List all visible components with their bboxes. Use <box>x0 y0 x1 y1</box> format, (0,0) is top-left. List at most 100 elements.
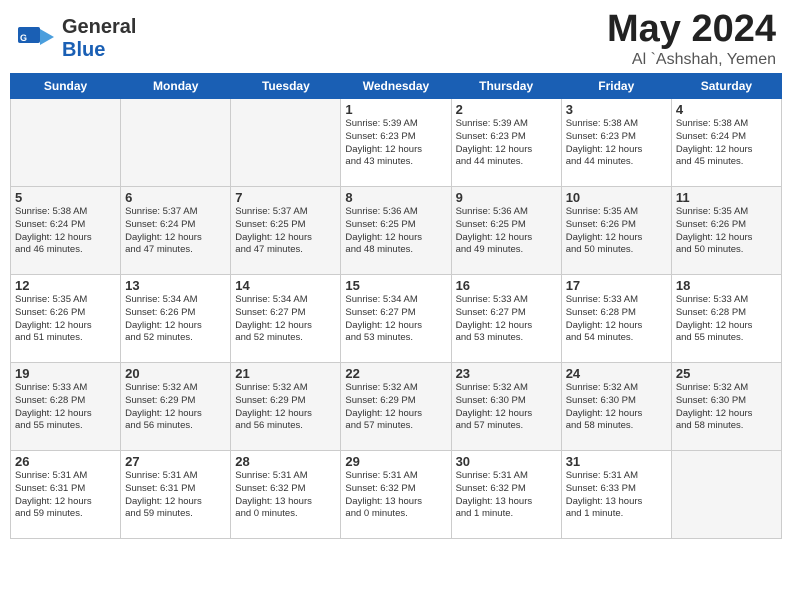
day-number: 6 <box>125 190 226 205</box>
calendar-cell: 31Sunrise: 5:31 AMSunset: 6:33 PMDayligh… <box>561 451 671 539</box>
day-number: 3 <box>566 102 667 117</box>
cell-info: and 58 minutes. <box>676 420 777 433</box>
cell-info: and 44 minutes. <box>566 156 667 169</box>
calendar-cell <box>231 99 341 187</box>
cell-info: Sunset: 6:25 PM <box>235 219 336 232</box>
calendar-cell: 27Sunrise: 5:31 AMSunset: 6:31 PMDayligh… <box>121 451 231 539</box>
cell-info: Sunset: 6:29 PM <box>235 395 336 408</box>
calendar-week-2: 5Sunrise: 5:38 AMSunset: 6:24 PMDaylight… <box>11 187 782 275</box>
cell-info: Daylight: 12 hours <box>566 408 667 421</box>
cell-info: and 57 minutes. <box>456 420 557 433</box>
title-section: May 2024 Al `Ashshah, Yemen <box>607 8 776 69</box>
cell-info: Sunset: 6:24 PM <box>125 219 226 232</box>
cell-info: and 53 minutes. <box>456 332 557 345</box>
cell-info: Daylight: 12 hours <box>676 144 777 157</box>
cell-info: Sunrise: 5:37 AM <box>125 206 226 219</box>
cell-info: Sunset: 6:31 PM <box>15 483 116 496</box>
cell-info: Sunset: 6:24 PM <box>676 131 777 144</box>
cell-info: and 55 minutes. <box>676 332 777 345</box>
header-tuesday: Tuesday <box>231 74 341 99</box>
calendar-cell: 9Sunrise: 5:36 AMSunset: 6:25 PMDaylight… <box>451 187 561 275</box>
cell-info: Daylight: 12 hours <box>676 232 777 245</box>
cell-info: Sunset: 6:30 PM <box>456 395 557 408</box>
cell-info: Sunrise: 5:31 AM <box>125 470 226 483</box>
cell-info: and 56 minutes. <box>235 420 336 433</box>
cell-info: and 0 minutes. <box>235 508 336 521</box>
cell-info: Sunrise: 5:39 AM <box>345 118 446 131</box>
calendar-cell: 24Sunrise: 5:32 AMSunset: 6:30 PMDayligh… <box>561 363 671 451</box>
cell-info: Daylight: 12 hours <box>566 144 667 157</box>
day-number: 29 <box>345 454 446 469</box>
location: Al `Ashshah, Yemen <box>607 51 776 69</box>
cell-info: and 0 minutes. <box>345 508 446 521</box>
calendar-week-4: 19Sunrise: 5:33 AMSunset: 6:28 PMDayligh… <box>11 363 782 451</box>
cell-info: Sunset: 6:28 PM <box>676 307 777 320</box>
cell-info: Sunrise: 5:32 AM <box>235 382 336 395</box>
cell-info: and 48 minutes. <box>345 244 446 257</box>
cell-info: Sunrise: 5:34 AM <box>125 294 226 307</box>
calendar-cell: 26Sunrise: 5:31 AMSunset: 6:31 PMDayligh… <box>11 451 121 539</box>
cell-info: Sunrise: 5:38 AM <box>566 118 667 131</box>
cell-info: Daylight: 13 hours <box>235 496 336 509</box>
cell-info: Sunrise: 5:32 AM <box>456 382 557 395</box>
day-number: 2 <box>456 102 557 117</box>
calendar-cell: 3Sunrise: 5:38 AMSunset: 6:23 PMDaylight… <box>561 99 671 187</box>
cell-info: Sunrise: 5:31 AM <box>566 470 667 483</box>
calendar-cell <box>11 99 121 187</box>
calendar-cell: 7Sunrise: 5:37 AMSunset: 6:25 PMDaylight… <box>231 187 341 275</box>
day-number: 16 <box>456 278 557 293</box>
calendar-cell: 13Sunrise: 5:34 AMSunset: 6:26 PMDayligh… <box>121 275 231 363</box>
day-number: 24 <box>566 366 667 381</box>
calendar-cell: 28Sunrise: 5:31 AMSunset: 6:32 PMDayligh… <box>231 451 341 539</box>
calendar-cell: 29Sunrise: 5:31 AMSunset: 6:32 PMDayligh… <box>341 451 451 539</box>
cell-info: Sunset: 6:26 PM <box>566 219 667 232</box>
day-number: 8 <box>345 190 446 205</box>
cell-info: and 43 minutes. <box>345 156 446 169</box>
day-number: 18 <box>676 278 777 293</box>
cell-info: Daylight: 13 hours <box>345 496 446 509</box>
calendar-cell: 16Sunrise: 5:33 AMSunset: 6:27 PMDayligh… <box>451 275 561 363</box>
day-number: 28 <box>235 454 336 469</box>
day-number: 27 <box>125 454 226 469</box>
cell-info: Sunrise: 5:36 AM <box>456 206 557 219</box>
cell-info: Sunset: 6:26 PM <box>125 307 226 320</box>
logo: G General Blue <box>16 16 136 62</box>
calendar-cell: 22Sunrise: 5:32 AMSunset: 6:29 PMDayligh… <box>341 363 451 451</box>
day-number: 7 <box>235 190 336 205</box>
cell-info: Daylight: 12 hours <box>125 408 226 421</box>
cell-info: Sunrise: 5:32 AM <box>125 382 226 395</box>
calendar-cell: 18Sunrise: 5:33 AMSunset: 6:28 PMDayligh… <box>671 275 781 363</box>
cell-info: Daylight: 12 hours <box>676 408 777 421</box>
cell-info: and 57 minutes. <box>345 420 446 433</box>
cell-info: Daylight: 12 hours <box>235 232 336 245</box>
calendar-cell: 25Sunrise: 5:32 AMSunset: 6:30 PMDayligh… <box>671 363 781 451</box>
cell-info: Daylight: 13 hours <box>456 496 557 509</box>
cell-info: and 50 minutes. <box>566 244 667 257</box>
cell-info: Sunset: 6:26 PM <box>15 307 116 320</box>
calendar-week-1: 1Sunrise: 5:39 AMSunset: 6:23 PMDaylight… <box>11 99 782 187</box>
logo-text: General Blue <box>62 16 136 62</box>
cell-info: Sunset: 6:27 PM <box>235 307 336 320</box>
cell-info: Sunset: 6:27 PM <box>456 307 557 320</box>
cell-info: and 59 minutes. <box>125 508 226 521</box>
cell-info: and 58 minutes. <box>566 420 667 433</box>
day-number: 31 <box>566 454 667 469</box>
cell-info: Sunset: 6:28 PM <box>566 307 667 320</box>
cell-info: Sunrise: 5:31 AM <box>15 470 116 483</box>
cell-info: Sunrise: 5:33 AM <box>456 294 557 307</box>
header-saturday: Saturday <box>671 74 781 99</box>
cell-info: Sunset: 6:33 PM <box>566 483 667 496</box>
cell-info: and 52 minutes. <box>235 332 336 345</box>
cell-info: Sunrise: 5:36 AM <box>345 206 446 219</box>
cell-info: Daylight: 12 hours <box>15 232 116 245</box>
cell-info: and 50 minutes. <box>676 244 777 257</box>
logo-general: General <box>62 16 136 38</box>
cell-info: Daylight: 12 hours <box>456 408 557 421</box>
cell-info: Sunset: 6:23 PM <box>345 131 446 144</box>
cell-info: Sunrise: 5:38 AM <box>15 206 116 219</box>
cell-info: Daylight: 13 hours <box>566 496 667 509</box>
cell-info: Sunrise: 5:35 AM <box>15 294 116 307</box>
cell-info: Daylight: 12 hours <box>456 320 557 333</box>
calendar-cell: 14Sunrise: 5:34 AMSunset: 6:27 PMDayligh… <box>231 275 341 363</box>
cell-info: Sunrise: 5:33 AM <box>15 382 116 395</box>
